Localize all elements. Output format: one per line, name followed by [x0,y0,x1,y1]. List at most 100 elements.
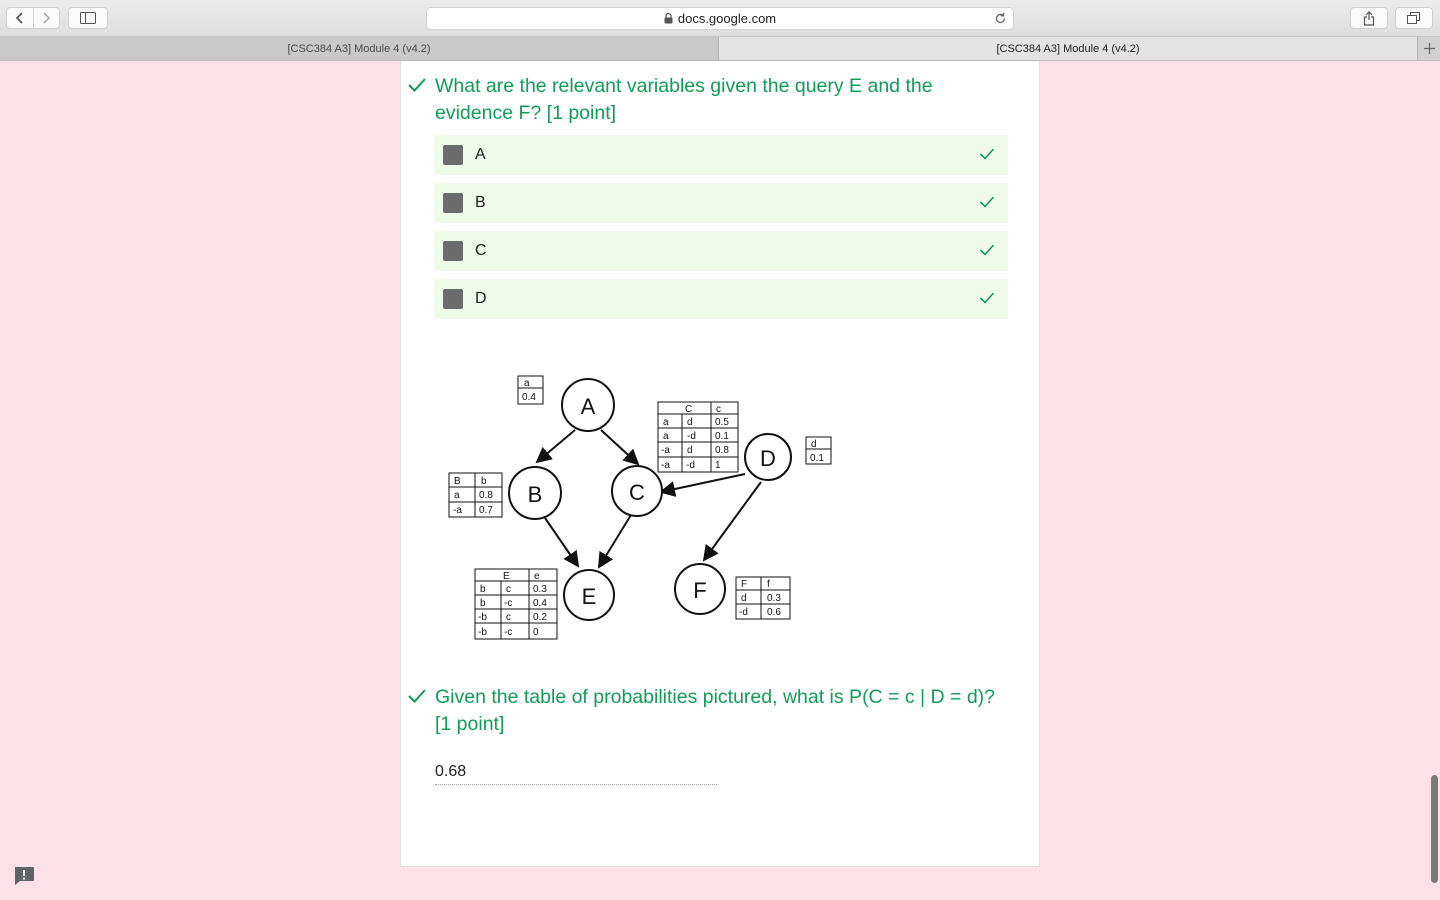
svg-text:B: B [528,482,543,507]
option-d[interactable]: D [434,279,1008,319]
checkmark-icon [408,689,426,703]
svg-text:d: d [741,593,747,604]
address-bar[interactable]: docs.google.com [426,7,1014,30]
edge-d-c [659,473,746,497]
svg-text:0.6: 0.6 [767,607,781,618]
node-f: F [674,563,726,615]
browser-toolbar: docs.google.com [0,0,1440,37]
scrollbar-thumb[interactable] [1431,775,1438,883]
checkbox-checked[interactable] [443,241,463,261]
back-button[interactable] [7,8,33,28]
svg-text:F: F [741,579,747,590]
option-b[interactable]: B [434,183,1008,223]
svg-text:0: 0 [533,627,539,638]
svg-text:-d: -d [739,607,748,618]
svg-text:0.7: 0.7 [479,505,493,516]
svg-text:0.4: 0.4 [533,598,547,609]
svg-text:c: c [506,584,511,595]
node-b: B [508,466,562,520]
node-a: A [561,378,615,432]
new-tab-button[interactable] [1417,37,1440,60]
question-title: Given the table of probabilities picture… [435,686,996,735]
option-label: C [475,242,487,259]
svg-text:b: b [481,476,487,487]
checkbox-checked[interactable] [443,145,463,165]
tab-inactive[interactable]: [CSC384 A3] Module 4 (v4.2) [0,37,719,60]
svg-text:0.8: 0.8 [479,490,493,501]
svg-text:B: B [454,476,461,487]
tabs-overview-icon [1407,11,1420,24]
svg-text:-a: -a [661,460,670,471]
svg-text:0.3: 0.3 [533,584,547,595]
option-a[interactable]: A [434,135,1008,175]
svg-text:a: a [663,431,669,442]
reload-icon[interactable] [994,12,1007,28]
svg-text:d: d [687,445,693,456]
bayes-net-diagram: A B C D E F a 0.4 d 0.1 B b a 0.8 -a 0.7… [448,375,832,640]
address-text: docs.google.com [677,11,777,26]
svg-text:-c: -c [504,598,512,609]
svg-text:C: C [629,480,645,505]
forward-button[interactable] [32,8,60,28]
svg-text:-c: -c [504,627,512,638]
svg-text:F: F [693,578,706,603]
option-label: D [475,290,487,307]
svg-text:A: A [581,394,596,419]
edge-a-c [600,429,640,466]
share-icon [1363,10,1375,26]
correct-check-icon [979,148,995,160]
svg-text:0.5: 0.5 [715,417,729,428]
cpt-f: F f d 0.3 -d 0.6 [735,576,791,620]
navigation-buttons [6,7,60,29]
correct-check-icon [979,196,995,208]
chevron-right-icon [43,12,51,24]
share-button[interactable] [1350,7,1388,29]
svg-text:-b: -b [478,627,487,638]
correct-check-icon [979,244,995,256]
svg-text:-a: -a [661,445,670,456]
svg-text:E: E [503,571,510,582]
tab-bar: [CSC384 A3] Module 4 (v4.2) [CSC384 A3] … [0,37,1440,61]
svg-text:-a: -a [453,505,462,516]
sidebar-icon [80,12,96,24]
svg-text:0.3: 0.3 [767,593,781,604]
node-d: D [744,433,792,481]
node-c: C [611,465,663,517]
sidebar-toggle-button[interactable] [68,7,108,29]
option-c[interactable]: C [434,231,1008,271]
edge-b-e [544,517,580,568]
feedback-icon [15,867,34,885]
edge-d-f [702,481,762,562]
svg-text:c: c [506,612,511,623]
checkbox-checked[interactable] [443,289,463,309]
cpt-c: C c a d 0.5 a -d 0.1 -a d 0.8 -a -d 1 [657,401,739,473]
question-1-options: A B C D [434,135,1008,327]
svg-text:f: f [767,579,770,590]
correct-check-icon [979,292,995,304]
svg-text:a: a [663,417,669,428]
checkbox-checked[interactable] [443,193,463,213]
option-label: B [475,194,486,211]
svg-text:0.2: 0.2 [533,612,547,623]
tab-active[interactable]: [CSC384 A3] Module 4 (v4.2) [719,37,1417,60]
checkmark-icon [408,78,426,92]
question-2: Given the table of probabilities picture… [407,684,1007,738]
feedback-button[interactable] [13,866,35,886]
edge-c-e [597,514,632,569]
svg-text:a: a [524,378,530,389]
svg-text:C: C [685,404,692,415]
form-card: What are the relevant variables given th… [400,61,1040,867]
svg-text:E: E [582,584,597,609]
svg-text:1: 1 [715,460,721,471]
show-tabs-button[interactable] [1395,7,1433,29]
cpt-a: a 0.4 [517,375,544,405]
svg-text:b: b [480,584,486,595]
answer-field[interactable]: 0.68 [435,761,717,785]
chevron-left-icon [15,12,23,24]
bayes-net-figure: A B C D E F a 0.4 d 0.1 B b a 0.8 -a 0.7… [437,363,847,645]
svg-text:0.1: 0.1 [810,453,824,464]
node-e: E [563,569,615,621]
svg-text:a: a [454,490,460,501]
svg-text:0.8: 0.8 [715,445,729,456]
svg-text:D: D [760,446,776,471]
